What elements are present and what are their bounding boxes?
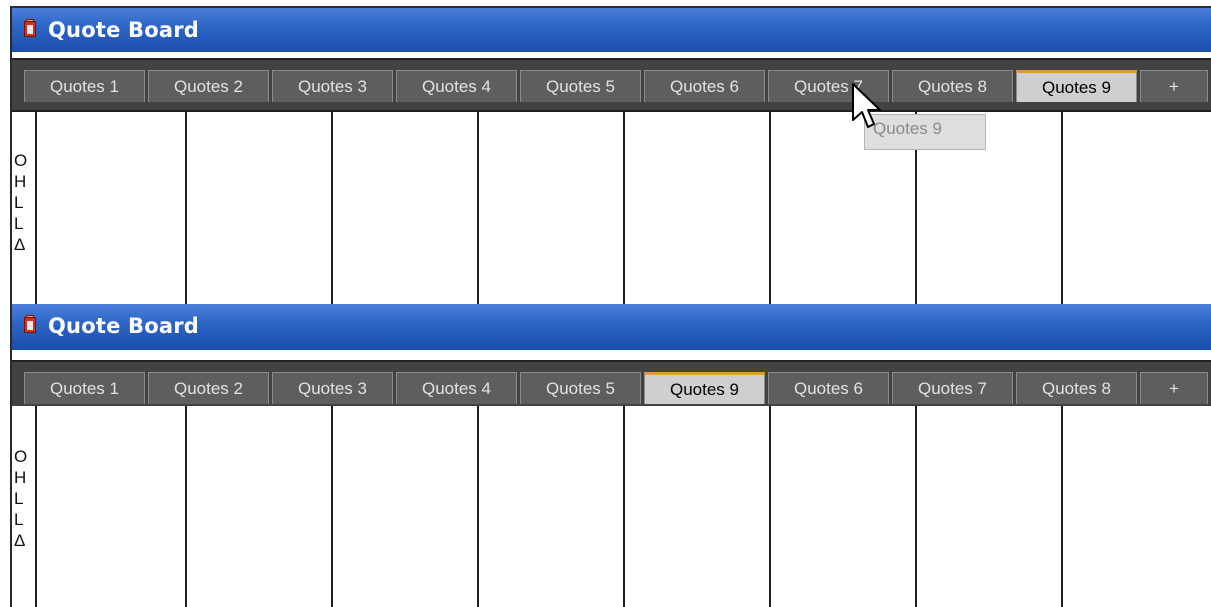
tab-quotes-3[interactable]: Quotes 3 [272,372,393,404]
grid-divider [1061,406,1063,607]
ohlc-row-labels: O H L L Δ [14,150,27,255]
grid-divider [769,112,771,306]
row-label-open: O [14,151,28,170]
grid-divider [185,112,187,306]
grid-divider [623,406,625,607]
window-title: Quote Board [48,314,200,338]
tab-quotes-9[interactable]: Quotes 9 [1016,70,1137,102]
tab-quotes-4[interactable]: Quotes 4 [396,372,517,404]
tab-quotes-8[interactable]: Quotes 8 [1016,372,1137,404]
grid-divider [35,112,37,306]
window-title: Quote Board [48,18,200,42]
tab-quotes-2[interactable]: Quotes 2 [148,70,269,102]
tab-quotes-2[interactable]: Quotes 2 [148,372,269,404]
row-label-change: Δ [14,235,26,254]
row-label-high: H [14,172,27,191]
tab-quotes-6[interactable]: Quotes 6 [644,70,765,102]
title-bar[interactable]: Quote Board [12,8,1211,52]
grid-divider [331,406,333,607]
tab-quotes-3[interactable]: Quotes 3 [272,70,393,102]
quote-grid: O H L L Δ [12,112,1211,306]
row-label-open: O [14,447,28,466]
row-label-low: L [14,489,24,508]
quote-grid: O H L L Δ [12,406,1211,607]
title-bar[interactable]: Quote Board [12,304,1211,350]
row-label-high: H [14,468,27,487]
grid-divider [1061,112,1063,306]
grid-divider [185,406,187,607]
tab-quotes-9[interactable]: Quotes 9 [644,372,765,404]
tab-quotes-7[interactable]: Quotes 7 [892,372,1013,404]
quote-board-window-bottom: Quote Board Quotes 1 Quotes 2 Quotes 3 Q… [10,304,1211,607]
grid-divider [623,112,625,306]
tab-quotes-1[interactable]: Quotes 1 [24,372,145,404]
quote-board-window-top: Quote Board Quotes 1 Quotes 2 Quotes 3 Q… [10,6,1211,306]
row-label-last: L [14,510,24,529]
tab-strip: Quotes 1 Quotes 2 Quotes 3 Quotes 4 Quot… [12,58,1211,112]
ohlc-row-labels: O H L L Δ [14,446,27,551]
grid-divider [915,406,917,607]
row-label-last: L [14,214,24,233]
add-tab-button[interactable]: + [1140,70,1208,102]
row-label-low: L [14,193,24,212]
tab-quotes-4[interactable]: Quotes 4 [396,70,517,102]
tab-quotes-6[interactable]: Quotes 6 [768,372,889,404]
add-tab-button[interactable]: + [1140,372,1208,404]
tab-quotes-1[interactable]: Quotes 1 [24,70,145,102]
mouse-pointer-icon [852,83,881,128]
grid-divider [477,406,479,607]
tab-quotes-5[interactable]: Quotes 5 [520,372,641,404]
quote-board-app-icon [24,315,36,333]
quote-board-app-icon [24,19,36,37]
grid-divider [35,406,37,607]
tab-strip: Quotes 1 Quotes 2 Quotes 3 Quotes 4 Quot… [12,360,1211,410]
tab-quotes-8[interactable]: Quotes 8 [892,70,1013,102]
row-label-change: Δ [14,531,26,550]
grid-divider [769,406,771,607]
tab-quotes-5[interactable]: Quotes 5 [520,70,641,102]
grid-divider [477,112,479,306]
grid-divider [331,112,333,306]
